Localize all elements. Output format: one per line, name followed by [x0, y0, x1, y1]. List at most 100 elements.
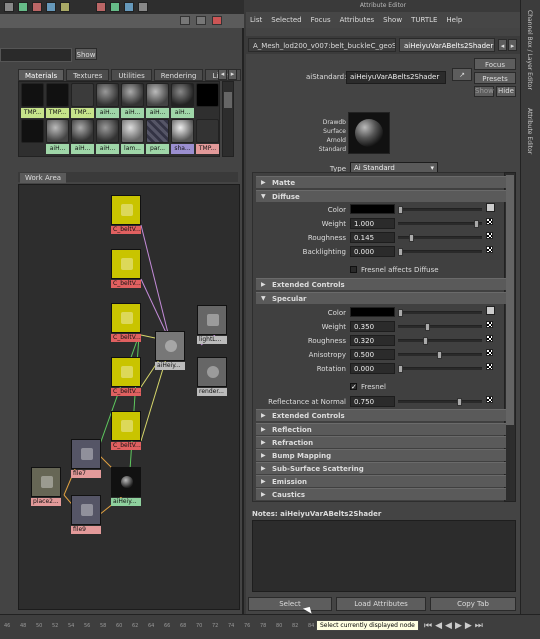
map-button-icon[interactable]: [486, 246, 493, 253]
shader-node[interactable]: [197, 305, 227, 335]
shader-node[interactable]: [71, 439, 101, 469]
hide-button[interactable]: Hide: [496, 86, 516, 97]
specular-color-swatch[interactable]: [350, 307, 395, 317]
shader-node[interactable]: [111, 249, 141, 279]
diffuse-color-swatch[interactable]: [350, 204, 395, 214]
diffuse-weight-slider[interactable]: [398, 220, 482, 228]
specular-anisotropy-field[interactable]: 0.500: [350, 349, 395, 360]
slider-knob[interactable]: [398, 248, 403, 256]
tab-materials[interactable]: Materials: [18, 69, 65, 81]
tab-scroll-right-icon[interactable]: ▸: [228, 69, 237, 80]
attribute-editor-tab[interactable]: Attribute Editor: [526, 108, 533, 154]
node-tab-scroll-left-icon[interactable]: ◂: [498, 39, 507, 51]
presets-button[interactable]: Presets: [474, 72, 516, 84]
maximize-icon[interactable]: [196, 16, 206, 25]
specular-anisotropy-slider[interactable]: [398, 351, 482, 359]
slider-knob[interactable]: [409, 234, 414, 242]
tab-geo-shape[interactable]: A_Mesh_lod200_v007:belt_buckleC_geoShape: [248, 38, 396, 52]
slider-knob[interactable]: [398, 309, 403, 317]
shader-node[interactable]: [31, 467, 61, 497]
map-button-icon[interactable]: [486, 363, 493, 370]
fresnel-checkbox[interactable]: ✓: [350, 383, 357, 391]
map-button-icon[interactable]: [486, 203, 495, 212]
menu-help[interactable]: Help: [446, 12, 462, 28]
tab-utilities[interactable]: Utilities: [111, 69, 152, 81]
section-specular[interactable]: ▼ Specular: [256, 292, 506, 304]
section-extended-controls-specular[interactable]: ▶ Extended Controls: [256, 409, 506, 421]
specular-rotation-field[interactable]: 0.000: [350, 363, 395, 374]
tab-shader[interactable]: aiHeiyuVarABelts2Shader: [399, 38, 495, 52]
material-swatch[interactable]: [71, 119, 94, 143]
node-name-field[interactable]: aiHeiyuVarABelts2Shader: [346, 71, 446, 84]
specular-weight-field[interactable]: 0.350: [350, 321, 395, 332]
minimize-icon[interactable]: [180, 16, 190, 25]
tab-work-area[interactable]: Work Area: [20, 173, 67, 183]
toolbar-icon[interactable]: [18, 2, 28, 12]
show-button[interactable]: Show: [75, 48, 97, 60]
toolbar-icon[interactable]: [32, 2, 42, 12]
tab-rendering[interactable]: Rendering: [153, 69, 204, 81]
notes-textarea[interactable]: [252, 520, 516, 592]
material-swatch[interactable]: [146, 83, 169, 107]
diffuse-backlighting-slider[interactable]: [398, 248, 482, 256]
menu-attributes[interactable]: Attributes: [340, 12, 375, 28]
slider-knob[interactable]: [437, 351, 442, 359]
map-button-icon[interactable]: [486, 335, 493, 342]
map-button-icon[interactable]: [486, 218, 493, 225]
material-swatch[interactable]: [21, 83, 44, 107]
map-button-icon[interactable]: [486, 321, 493, 328]
diffuse-roughness-slider[interactable]: [398, 234, 482, 242]
toolbar-icon[interactable]: [46, 2, 56, 12]
toolbar-icon[interactable]: [4, 2, 14, 12]
toolbar-icon[interactable]: [124, 2, 134, 12]
swatch-scrollbar[interactable]: [222, 81, 234, 157]
menu-list[interactable]: List: [250, 12, 262, 28]
search-input[interactable]: [0, 48, 72, 62]
work-area-canvas[interactable]: C_beltV... C_beltV... C_beltV... C_beltV...…: [18, 184, 240, 610]
specular-weight-slider[interactable]: [398, 323, 482, 331]
material-swatch[interactable]: [196, 83, 219, 107]
shader-node[interactable]: [71, 495, 101, 525]
shader-node[interactable]: [111, 195, 141, 225]
menu-focus[interactable]: Focus: [311, 12, 331, 28]
reflectance-field[interactable]: 0.750: [350, 396, 395, 407]
fresnel-diffuse-checkbox[interactable]: [350, 266, 357, 273]
material-swatch[interactable]: [46, 83, 69, 107]
map-button-icon[interactable]: [486, 232, 493, 239]
menu-turtle[interactable]: TURTLE: [411, 12, 437, 28]
section-reflection[interactable]: ▶ Reflection: [256, 423, 506, 435]
diffuse-backlighting-field[interactable]: 0.000: [350, 246, 395, 257]
section-subsurface-scattering[interactable]: ▶ Sub-Surface Scattering: [256, 462, 506, 474]
section-refraction[interactable]: ▶ Refraction: [256, 436, 506, 448]
section-matte[interactable]: ▶ Matte: [256, 176, 506, 188]
slider-knob[interactable]: [398, 365, 403, 373]
playback-controls[interactable]: ⏮◀◀▶▶⏭: [424, 621, 486, 631]
focus-button[interactable]: Focus: [474, 58, 516, 70]
specular-roughness-field[interactable]: 0.320: [350, 335, 395, 346]
map-button-icon[interactable]: [486, 306, 495, 315]
load-attributes-button[interactable]: Load Attributes: [336, 597, 426, 611]
toolbar-icon[interactable]: [96, 2, 106, 12]
material-swatch[interactable]: [21, 119, 44, 143]
toolbar-icon[interactable]: [138, 2, 148, 12]
material-swatch[interactable]: [121, 119, 144, 143]
material-swatch[interactable]: [171, 83, 194, 107]
section-diffuse[interactable]: ▼ Diffuse: [256, 190, 506, 202]
slider-knob[interactable]: [457, 398, 462, 406]
show-button[interactable]: Show: [474, 86, 494, 97]
menu-selected[interactable]: Selected: [271, 12, 301, 28]
shader-preview-swatch[interactable]: [348, 112, 390, 154]
timeline-bar[interactable]: 46 48 50 52 54 56 58 60 62 64 66 68 70 72 74 76 78 80 82 84…: [0, 614, 540, 639]
material-swatch[interactable]: [46, 119, 69, 143]
section-caustics[interactable]: ▶ Caustics: [256, 488, 506, 500]
section-emission[interactable]: ▶ Emission: [256, 475, 506, 487]
specular-roughness-slider[interactable]: [398, 337, 482, 345]
close-icon[interactable]: [212, 16, 222, 25]
slider-knob[interactable]: [398, 206, 403, 214]
material-swatch[interactable]: [71, 83, 94, 107]
slider-knob[interactable]: [474, 220, 479, 228]
node-tab-scroll-right-icon[interactable]: ▸: [508, 39, 517, 51]
copy-tab-button[interactable]: Copy Tab: [430, 597, 516, 611]
section-extended-controls-diffuse[interactable]: ▶ Extended Controls: [256, 278, 506, 290]
slider-knob[interactable]: [425, 323, 430, 331]
